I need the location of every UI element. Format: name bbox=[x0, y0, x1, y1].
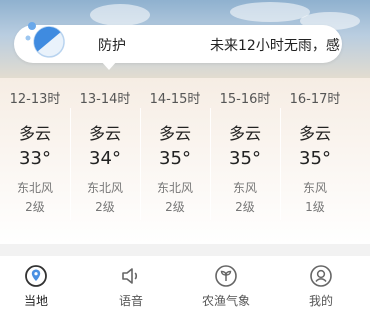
tab-label: 农渔气象 bbox=[201, 294, 250, 308]
hourly-column: 12-13时 多云 33° 东北风 2级 bbox=[0, 78, 70, 244]
tab-voice[interactable]: 语音 bbox=[91, 256, 171, 324]
speaker-icon bbox=[122, 268, 138, 284]
section-divider bbox=[0, 244, 370, 256]
temperature: 34° bbox=[89, 148, 121, 169]
hour-range: 15-16时 bbox=[219, 92, 271, 107]
wind-level: 2级 bbox=[235, 200, 255, 214]
cloud-decoration bbox=[230, 2, 310, 22]
weather-condition: 多云 bbox=[228, 124, 261, 143]
weather-condition: 多云 bbox=[158, 124, 191, 143]
sprout-icon bbox=[215, 265, 237, 287]
hourly-column: 15-16时 多云 35° 东风 2级 bbox=[210, 78, 280, 244]
wind-direction: 东北风 bbox=[156, 181, 193, 195]
tab-agri-weather[interactable]: 农渔气象 bbox=[186, 256, 266, 324]
tip-title: 防护 bbox=[98, 38, 126, 54]
wind-direction: 东北风 bbox=[16, 181, 53, 195]
wind-direction: 东风 bbox=[232, 181, 257, 195]
wind-level: 2级 bbox=[95, 200, 115, 214]
hour-range: 12-13时 bbox=[9, 92, 61, 107]
tab-label: 语音 bbox=[118, 294, 143, 308]
tip-arrow bbox=[100, 60, 118, 70]
temperature: 35° bbox=[299, 148, 331, 169]
hour-range: 16-17时 bbox=[289, 92, 341, 107]
wind-direction: 东风 bbox=[302, 181, 327, 195]
cloud-decoration bbox=[90, 4, 150, 26]
profile-icon bbox=[310, 265, 332, 287]
wind-level: 2级 bbox=[25, 200, 45, 214]
tab-mine[interactable]: 我的 bbox=[281, 256, 361, 324]
bottom-tab-bar: 当地 语音 农渔气象 我的 bbox=[0, 256, 370, 324]
temperature: 35° bbox=[159, 148, 191, 169]
location-pin-icon bbox=[25, 265, 47, 287]
wind-direction: 东北风 bbox=[86, 181, 123, 195]
hourly-column: 16-17时 多云 35° 东风 1级 bbox=[280, 78, 350, 244]
tip-text: 未来12小时无雨，感 bbox=[210, 38, 340, 54]
hour-range: 13-14时 bbox=[79, 92, 131, 107]
hourly-forecast-panel: 12-13时 多云 33° 东北风 2级 13-14时 多云 34° 东北风 2… bbox=[0, 78, 370, 244]
wind-level: 1级 bbox=[305, 200, 325, 214]
temperature: 35° bbox=[229, 148, 261, 169]
temperature: 33° bbox=[19, 148, 51, 169]
hourly-forecast-list: 12-13时 多云 33° 东北风 2级 13-14时 多云 34° 东北风 2… bbox=[0, 78, 370, 244]
hourly-column: 13-14时 多云 34° 东北风 2级 bbox=[70, 78, 140, 244]
weather-condition: 多云 bbox=[298, 124, 331, 143]
hour-range: 14-15时 bbox=[149, 92, 201, 107]
tab-label: 我的 bbox=[308, 294, 333, 308]
hourly-column: 14-15时 多云 35° 东北风 2级 bbox=[140, 78, 210, 244]
capsule-pill-icon bbox=[25, 22, 65, 58]
tab-label: 当地 bbox=[23, 294, 48, 308]
weather-condition: 多云 bbox=[18, 124, 51, 143]
wind-level: 2级 bbox=[165, 200, 185, 214]
weather-condition: 多云 bbox=[88, 124, 121, 143]
tab-local[interactable]: 当地 bbox=[0, 256, 76, 324]
